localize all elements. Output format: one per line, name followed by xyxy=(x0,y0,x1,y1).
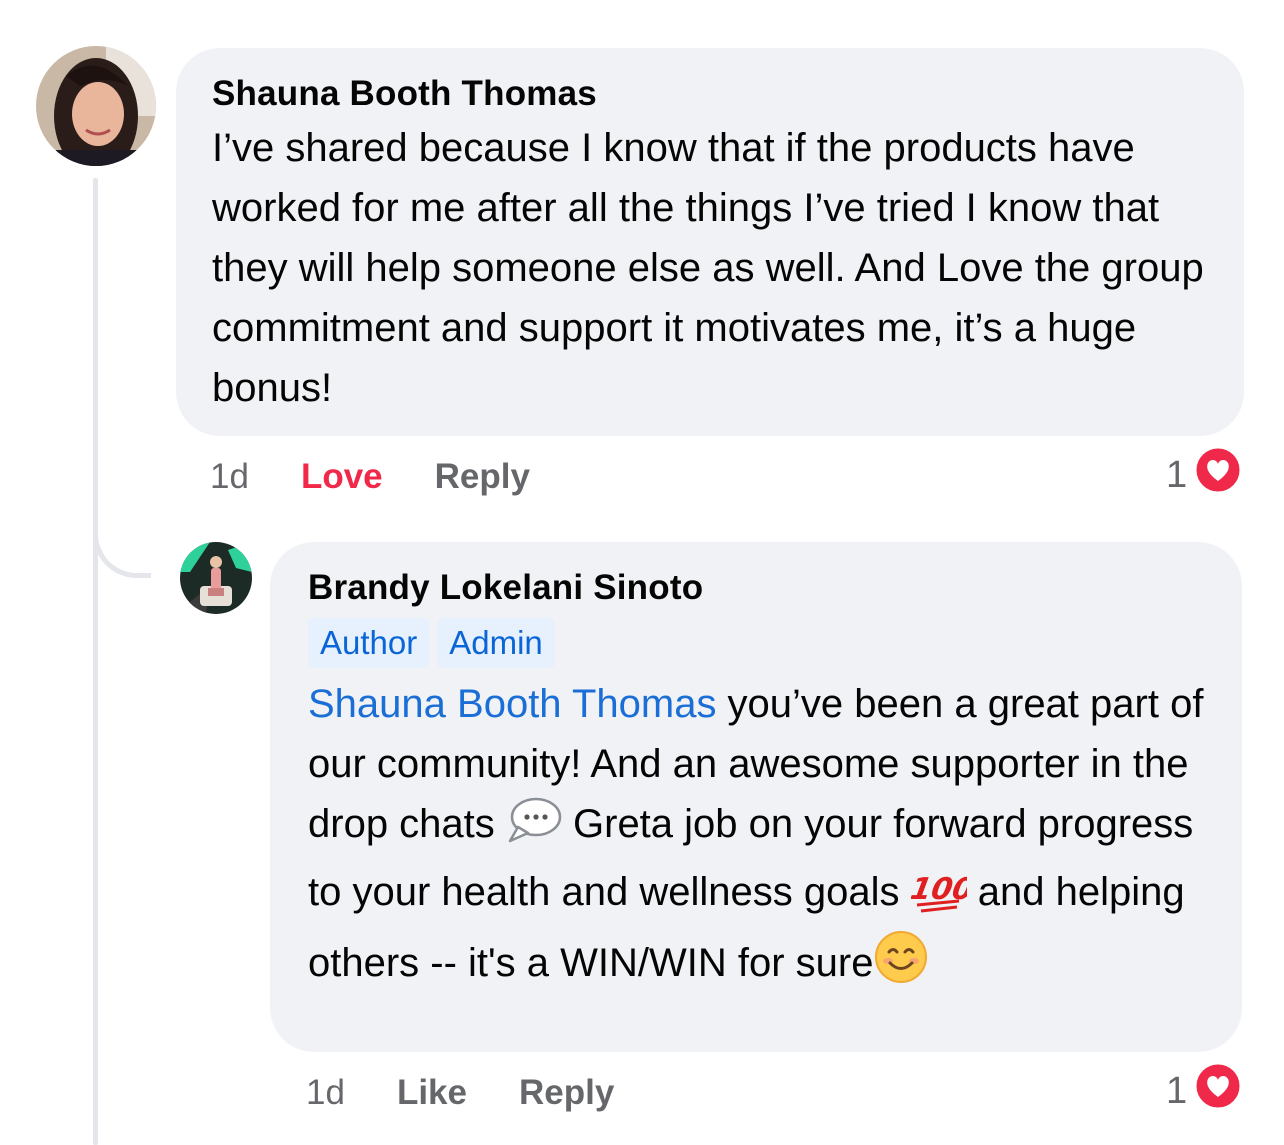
reply-button[interactable]: Reply xyxy=(519,1073,614,1113)
author-badge[interactable]: Author xyxy=(308,618,430,668)
reply-button[interactable]: Reply xyxy=(435,457,530,497)
avatar[interactable] xyxy=(180,542,252,614)
mention-link[interactable]: Shauna Booth Thomas xyxy=(308,682,716,726)
reaction-summary[interactable]: 1 xyxy=(1166,1061,1243,1121)
love-button[interactable]: Love xyxy=(301,457,383,497)
comment-actions: 1d Like Reply xyxy=(306,1068,666,1118)
comment-author[interactable]: Brandy Lokelani Sinoto xyxy=(308,566,1218,610)
author-badges: Author Admin xyxy=(308,618,1218,668)
comment-bubble: Shauna Booth Thomas I’ve shared because … xyxy=(176,48,1244,436)
admin-badge[interactable]: Admin xyxy=(437,618,555,668)
thread-line xyxy=(93,178,98,1145)
comment-author[interactable]: Shauna Booth Thomas xyxy=(212,72,1214,116)
heart-icon xyxy=(1193,445,1243,505)
comment-time[interactable]: 1d xyxy=(210,457,249,497)
reaction-summary[interactable]: 1 xyxy=(1166,445,1243,505)
speech-bubble-icon xyxy=(506,797,562,862)
reply-connector xyxy=(93,500,151,578)
hundred-points-icon: 100 xyxy=(907,865,976,930)
comment-time[interactable]: 1d xyxy=(306,1073,345,1113)
comment-text: Shauna Booth Thomas you’ve been a great … xyxy=(308,674,1218,1001)
avatar[interactable] xyxy=(36,46,156,166)
like-button[interactable]: Like xyxy=(397,1073,467,1113)
reaction-count: 1 xyxy=(1166,453,1188,496)
reaction-count: 1 xyxy=(1166,1069,1188,1112)
comment-text: I’ve shared because I know that if the p… xyxy=(212,126,1204,410)
comment-actions: 1d Love Reply xyxy=(210,452,582,502)
heart-icon xyxy=(1193,1061,1243,1121)
smiling-face-icon xyxy=(874,930,928,1001)
reply-bubble: Brandy Lokelani Sinoto Author Admin Shau… xyxy=(270,542,1242,1052)
